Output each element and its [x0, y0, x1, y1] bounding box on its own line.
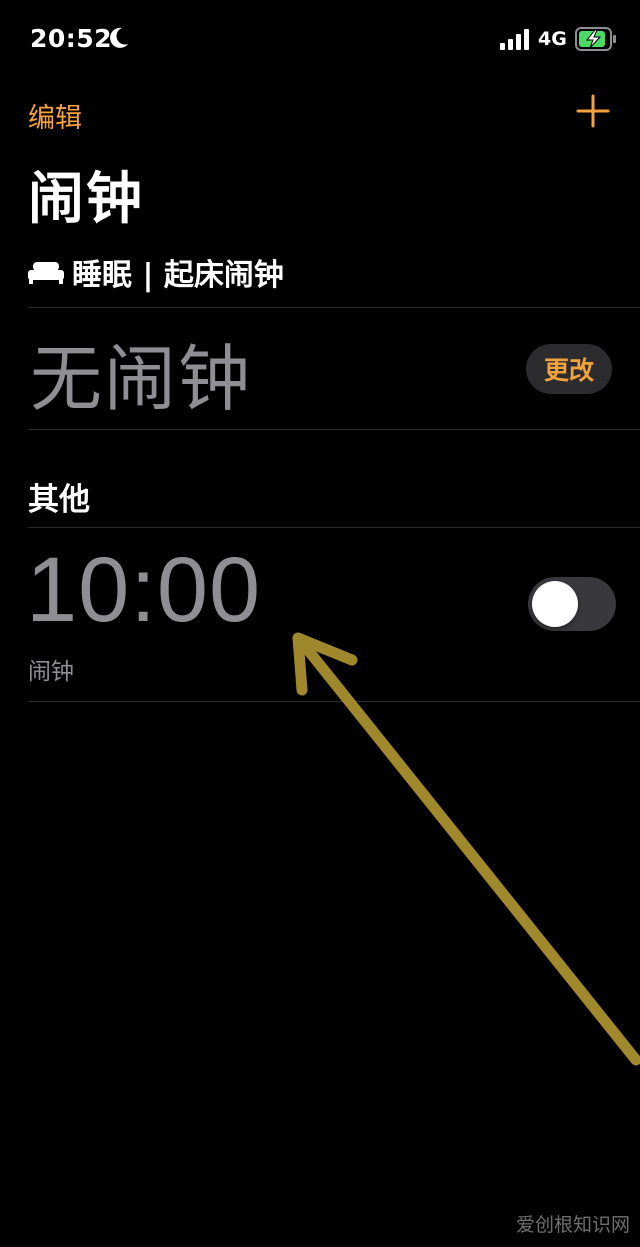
status-time: 20:52 [30, 24, 113, 53]
signal-icon [500, 29, 529, 50]
bed-icon [28, 262, 64, 284]
divider [28, 527, 640, 528]
change-button[interactable]: 更改 [526, 344, 612, 394]
divider [28, 429, 640, 430]
other-section-header: 其他 [28, 482, 90, 518]
battery-charging-icon [575, 27, 616, 51]
network-label: 4G [538, 28, 567, 50]
no-alarm-label: 无闹钟 [30, 337, 253, 421]
alarm-label: 闹钟 [28, 659, 74, 685]
plus-icon[interactable] [576, 94, 610, 128]
sleep-section-header: 睡眠 | 起床闹钟 [28, 252, 284, 293]
divider [28, 307, 640, 308]
alarm-time[interactable]: 10:00 [26, 538, 261, 643]
status-bar: 20:52 4G [0, 0, 640, 80]
moon-icon [110, 27, 128, 48]
toggle-knob [532, 581, 578, 627]
alarm-toggle[interactable] [528, 577, 616, 631]
divider [28, 701, 640, 702]
watermark: 爱创根知识网 [515, 1214, 630, 1236]
sleep-header-label: 睡眠 | 起床闹钟 [72, 258, 284, 293]
edit-button[interactable]: 编辑 [28, 96, 82, 135]
page-title: 闹钟 [28, 167, 144, 232]
